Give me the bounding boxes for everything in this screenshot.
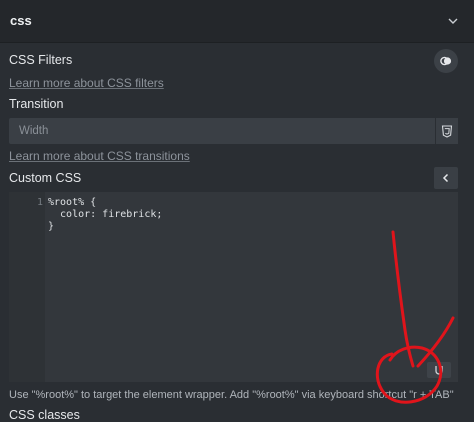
chevron-down-icon[interactable] <box>446 14 460 28</box>
css-filters-label: CSS Filters <box>9 53 73 67</box>
code-line[interactable]: } <box>48 221 54 232</box>
chevron-left-icon <box>442 173 449 183</box>
editor-resize-handle[interactable] <box>427 362 451 378</box>
transition-width-input[interactable] <box>9 118 435 144</box>
css-units-icon <box>441 124 453 138</box>
css-filters-learn-link[interactable]: Learn more about CSS filters <box>9 76 164 90</box>
code-line[interactable]: color: firebrick; <box>48 209 162 220</box>
custom-css-hint: Use "%root%" to target the element wrapp… <box>9 389 454 401</box>
transition-units-button[interactable] <box>435 118 458 144</box>
section-title: css <box>10 13 32 28</box>
transition-learn-link[interactable]: Learn more about CSS transitions <box>9 149 190 163</box>
custom-css-toggle-button[interactable] <box>434 167 458 189</box>
code-line[interactable]: %root% { <box>48 197 96 208</box>
filter-icon <box>440 56 452 66</box>
transition-label: Transition <box>9 97 64 111</box>
css-classes-label: CSS classes <box>9 408 80 422</box>
custom-css-label: Custom CSS <box>9 171 82 185</box>
section-header[interactable]: css <box>0 0 474 43</box>
resize-handle-icon <box>435 366 443 375</box>
editor-gutter: 1 <box>9 192 45 382</box>
line-number: 1 <box>37 197 44 208</box>
custom-css-editor[interactable]: 1 %root% { color: firebrick; } <box>9 192 458 382</box>
css-filters-button[interactable] <box>434 49 458 73</box>
